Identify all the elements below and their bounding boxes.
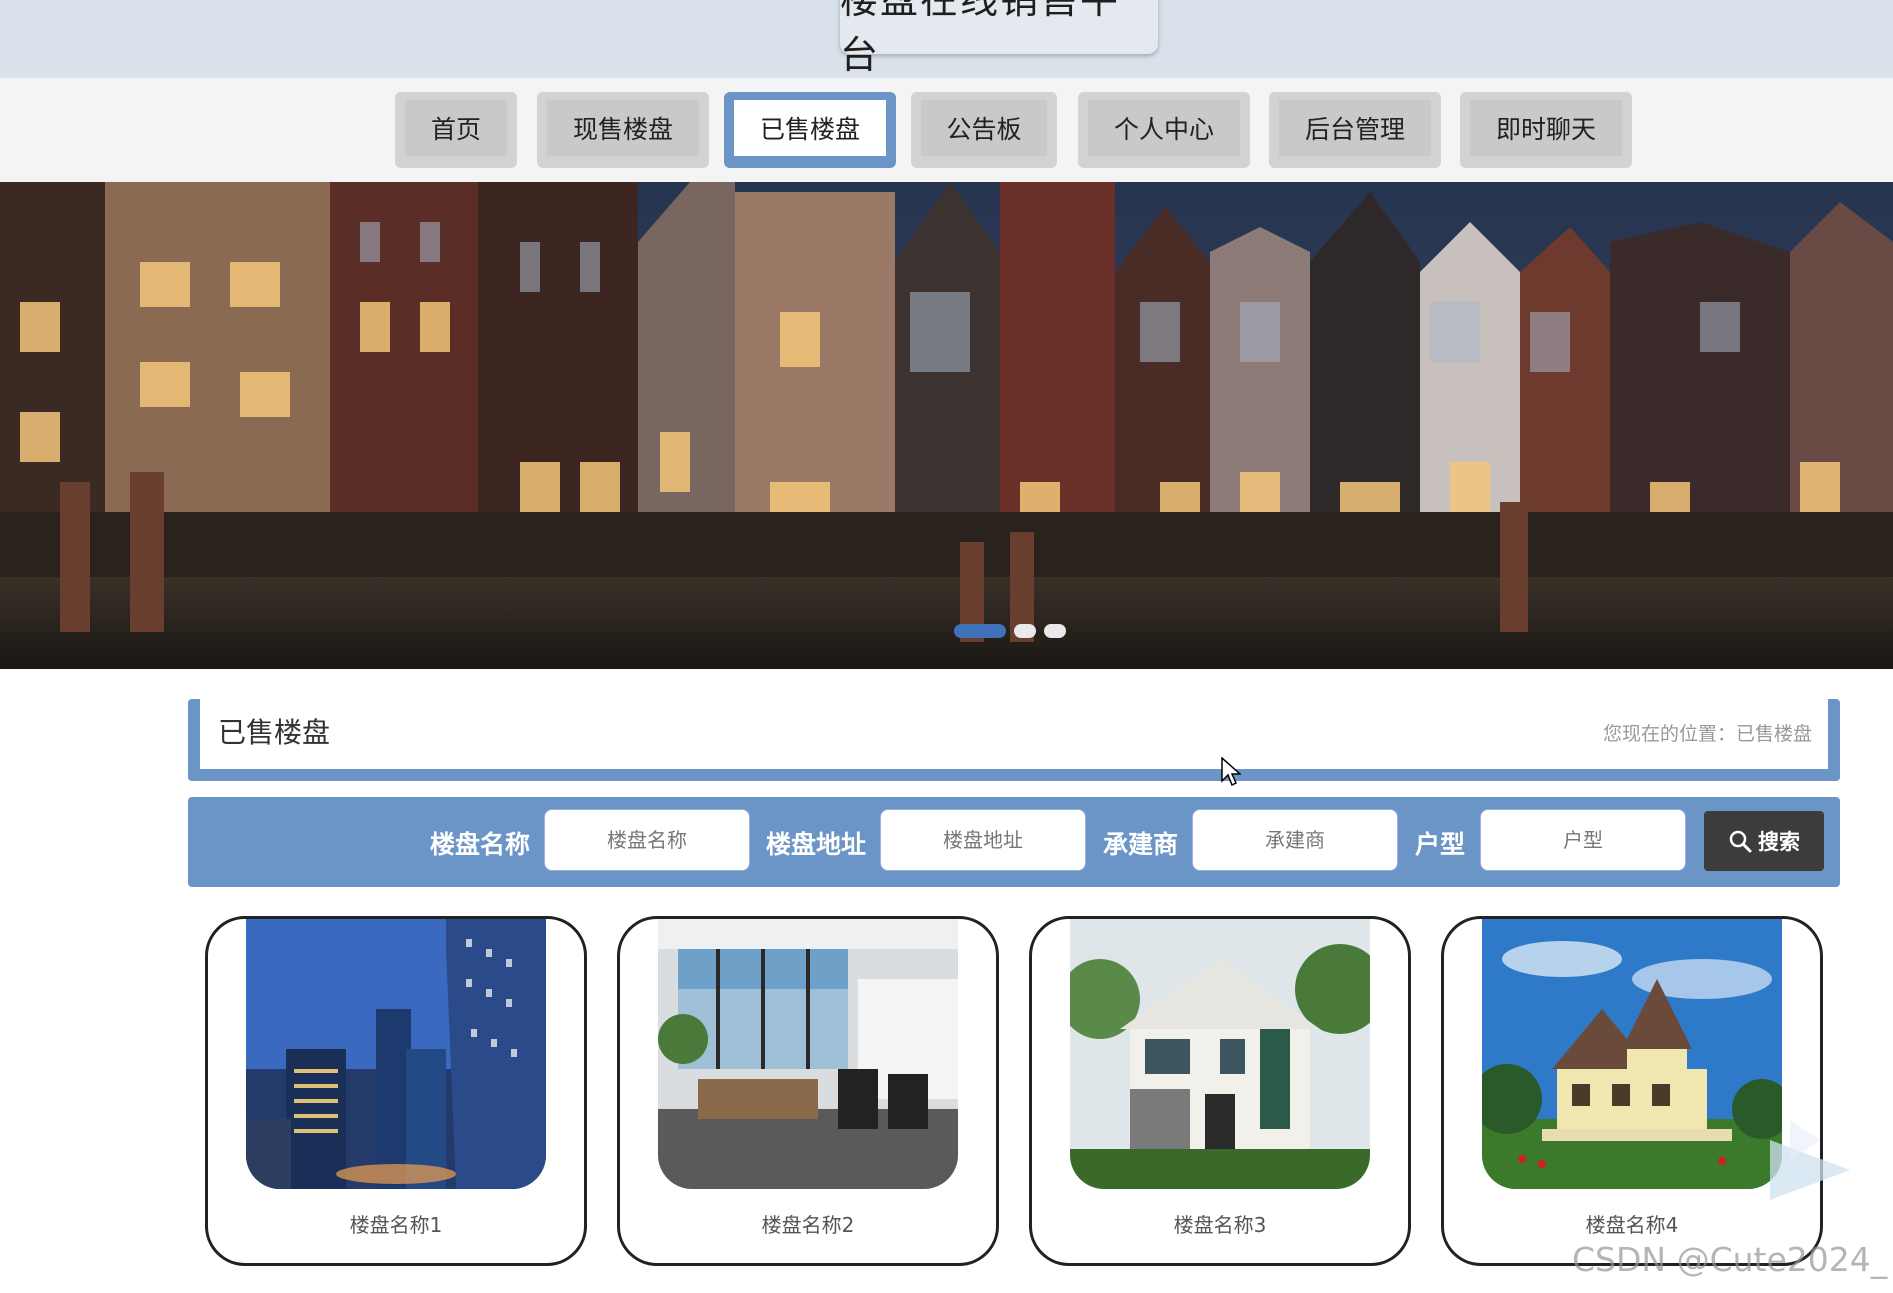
- listing-card[interactable]: 楼盘名称2: [617, 916, 999, 1266]
- listing-image-white-villa: [1070, 919, 1370, 1189]
- nav-home[interactable]: 首页: [395, 92, 517, 168]
- name-input[interactable]: [544, 809, 750, 871]
- name-label: 楼盘名称: [430, 830, 531, 859]
- nav-sold[interactable]: 已售楼盘: [724, 92, 896, 168]
- layout-label: 户型: [1415, 830, 1466, 859]
- site-title: 楼盘在线销售平台: [840, 0, 1158, 77]
- listing-image-victorian-house: [1482, 919, 1782, 1189]
- address-input[interactable]: [880, 809, 1086, 871]
- header-bar: 楼盘在线销售平台: [0, 0, 1893, 78]
- listing-image-office-towers: [246, 919, 546, 1189]
- carousel-dot-3[interactable]: [1044, 624, 1066, 638]
- nav-label: 已售楼盘: [734, 100, 886, 156]
- nav-bulletin[interactable]: 公告板: [911, 92, 1057, 168]
- layout-input[interactable]: [1480, 809, 1686, 871]
- watermark: CSDN @Cute2024_: [1572, 1240, 1888, 1279]
- canal-houses-banner-image: [0, 182, 1893, 669]
- builder-label: 承建商: [1103, 830, 1179, 859]
- nav-label: 个人中心: [1088, 100, 1240, 156]
- nav-on-sale[interactable]: 现售楼盘: [537, 92, 709, 168]
- listing-name: 楼盘名称3: [1173, 1213, 1267, 1237]
- listing-card[interactable]: 楼盘名称1: [205, 916, 587, 1266]
- carousel-dots: [954, 624, 1066, 638]
- address-label: 楼盘地址: [766, 830, 867, 859]
- nav-label: 现售楼盘: [547, 100, 699, 156]
- nav-admin[interactable]: 后台管理: [1269, 92, 1441, 168]
- listing-name: 楼盘名称1: [349, 1213, 443, 1237]
- nav-label: 公告板: [921, 100, 1047, 156]
- nav-profile[interactable]: 个人中心: [1078, 92, 1250, 168]
- nav-chat[interactable]: 即时聊天: [1460, 92, 1632, 168]
- carousel-dot-1[interactable]: [954, 624, 1006, 638]
- nav-label: 后台管理: [1279, 100, 1431, 156]
- main-nav: 首页 现售楼盘 已售楼盘 公告板 个人中心 后台管理 即时聊天: [0, 78, 1893, 182]
- carousel-dot-2[interactable]: [1014, 624, 1036, 638]
- nav-label: 即时聊天: [1470, 100, 1622, 156]
- listing-card[interactable]: 楼盘名称3: [1029, 916, 1411, 1266]
- mouse-cursor-icon: [1221, 757, 1241, 787]
- section-header: 已售楼盘 您现在的位置：已售楼盘: [188, 699, 1840, 781]
- listing-image-office-interior: [658, 919, 958, 1189]
- builder-input[interactable]: [1192, 809, 1398, 871]
- search-bar: 楼盘名称 楼盘地址 承建商 户型 搜索: [188, 797, 1840, 887]
- section-title: 已售楼盘: [218, 716, 331, 749]
- search-button-label: 搜索: [1758, 830, 1800, 854]
- search-icon: [1729, 830, 1752, 853]
- breadcrumb: 您现在的位置：已售楼盘: [1602, 723, 1812, 745]
- nav-label: 首页: [405, 100, 507, 156]
- listing-name: 楼盘名称2: [761, 1213, 855, 1237]
- banner-carousel: [0, 182, 1893, 669]
- video-play-logo-icon: [1770, 1120, 1850, 1200]
- search-button[interactable]: 搜索: [1704, 811, 1824, 871]
